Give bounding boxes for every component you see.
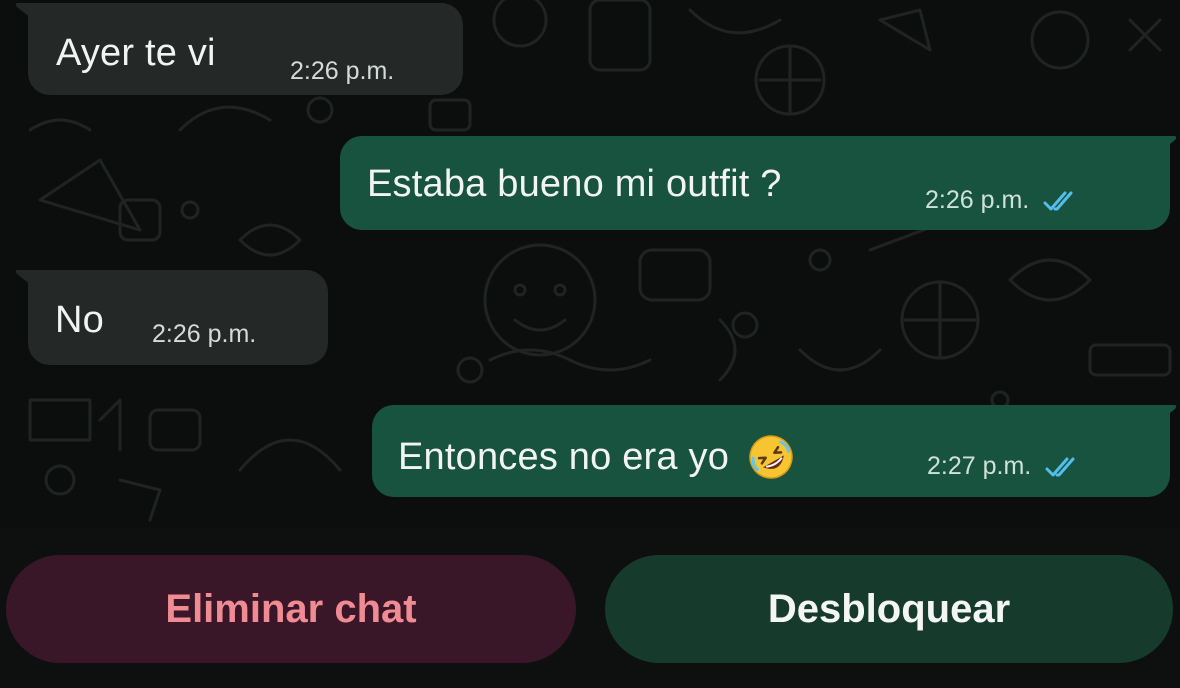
- rolling-on-floor-laughing-emoji-icon: [749, 435, 793, 479]
- message-bubble-incoming[interactable]: Ayer te vi 2:26 p.m.: [28, 3, 463, 95]
- message-text: Entonces no era yo: [398, 436, 730, 478]
- message-bubble-outgoing[interactable]: Estaba bueno mi outfit ? 2:26 p.m.: [340, 136, 1170, 230]
- read-double-check-icon: [1043, 191, 1073, 210]
- message-list[interactable]: Ayer te vi 2:26 p.m. Estaba bueno mi out…: [0, 0, 1180, 530]
- unblock-button[interactable]: Desbloquear: [605, 555, 1173, 663]
- bubble-tail: [1152, 136, 1177, 158]
- bubble-tail: [1152, 405, 1177, 427]
- message-time: 2:26 p.m.: [290, 57, 395, 85]
- message-timestamp: 2:26 p.m.: [290, 59, 394, 84]
- message-bubble-incoming[interactable]: No 2:26 p.m.: [28, 270, 328, 365]
- chat-screen: Ayer te vi 2:26 p.m. Estaba bueno mi out…: [0, 0, 1180, 688]
- message-timestamp: 2:27 p.m.: [927, 454, 1083, 479]
- read-double-check-icon: [1045, 457, 1075, 476]
- message-time: 2:26 p.m.: [152, 320, 257, 348]
- message-time: 2:26 p.m.: [925, 186, 1030, 214]
- message-timestamp: 2:26 p.m.: [152, 322, 256, 347]
- message-timestamp: 2:26 p.m.: [925, 188, 1081, 213]
- message-text-row: Entonces no era yo: [398, 433, 795, 481]
- message-text: Estaba bueno mi outfit ?: [367, 163, 782, 205]
- delete-chat-button[interactable]: Eliminar chat: [6, 555, 576, 663]
- message-text: Ayer te vi: [56, 32, 216, 74]
- blocked-chat-action-bar: Eliminar chat Desbloquear: [0, 528, 1180, 688]
- message-time: 2:27 p.m.: [927, 452, 1032, 480]
- message-bubble-outgoing[interactable]: Entonces no era yo 2:27 p.m.: [372, 405, 1170, 497]
- message-text: No: [55, 299, 104, 341]
